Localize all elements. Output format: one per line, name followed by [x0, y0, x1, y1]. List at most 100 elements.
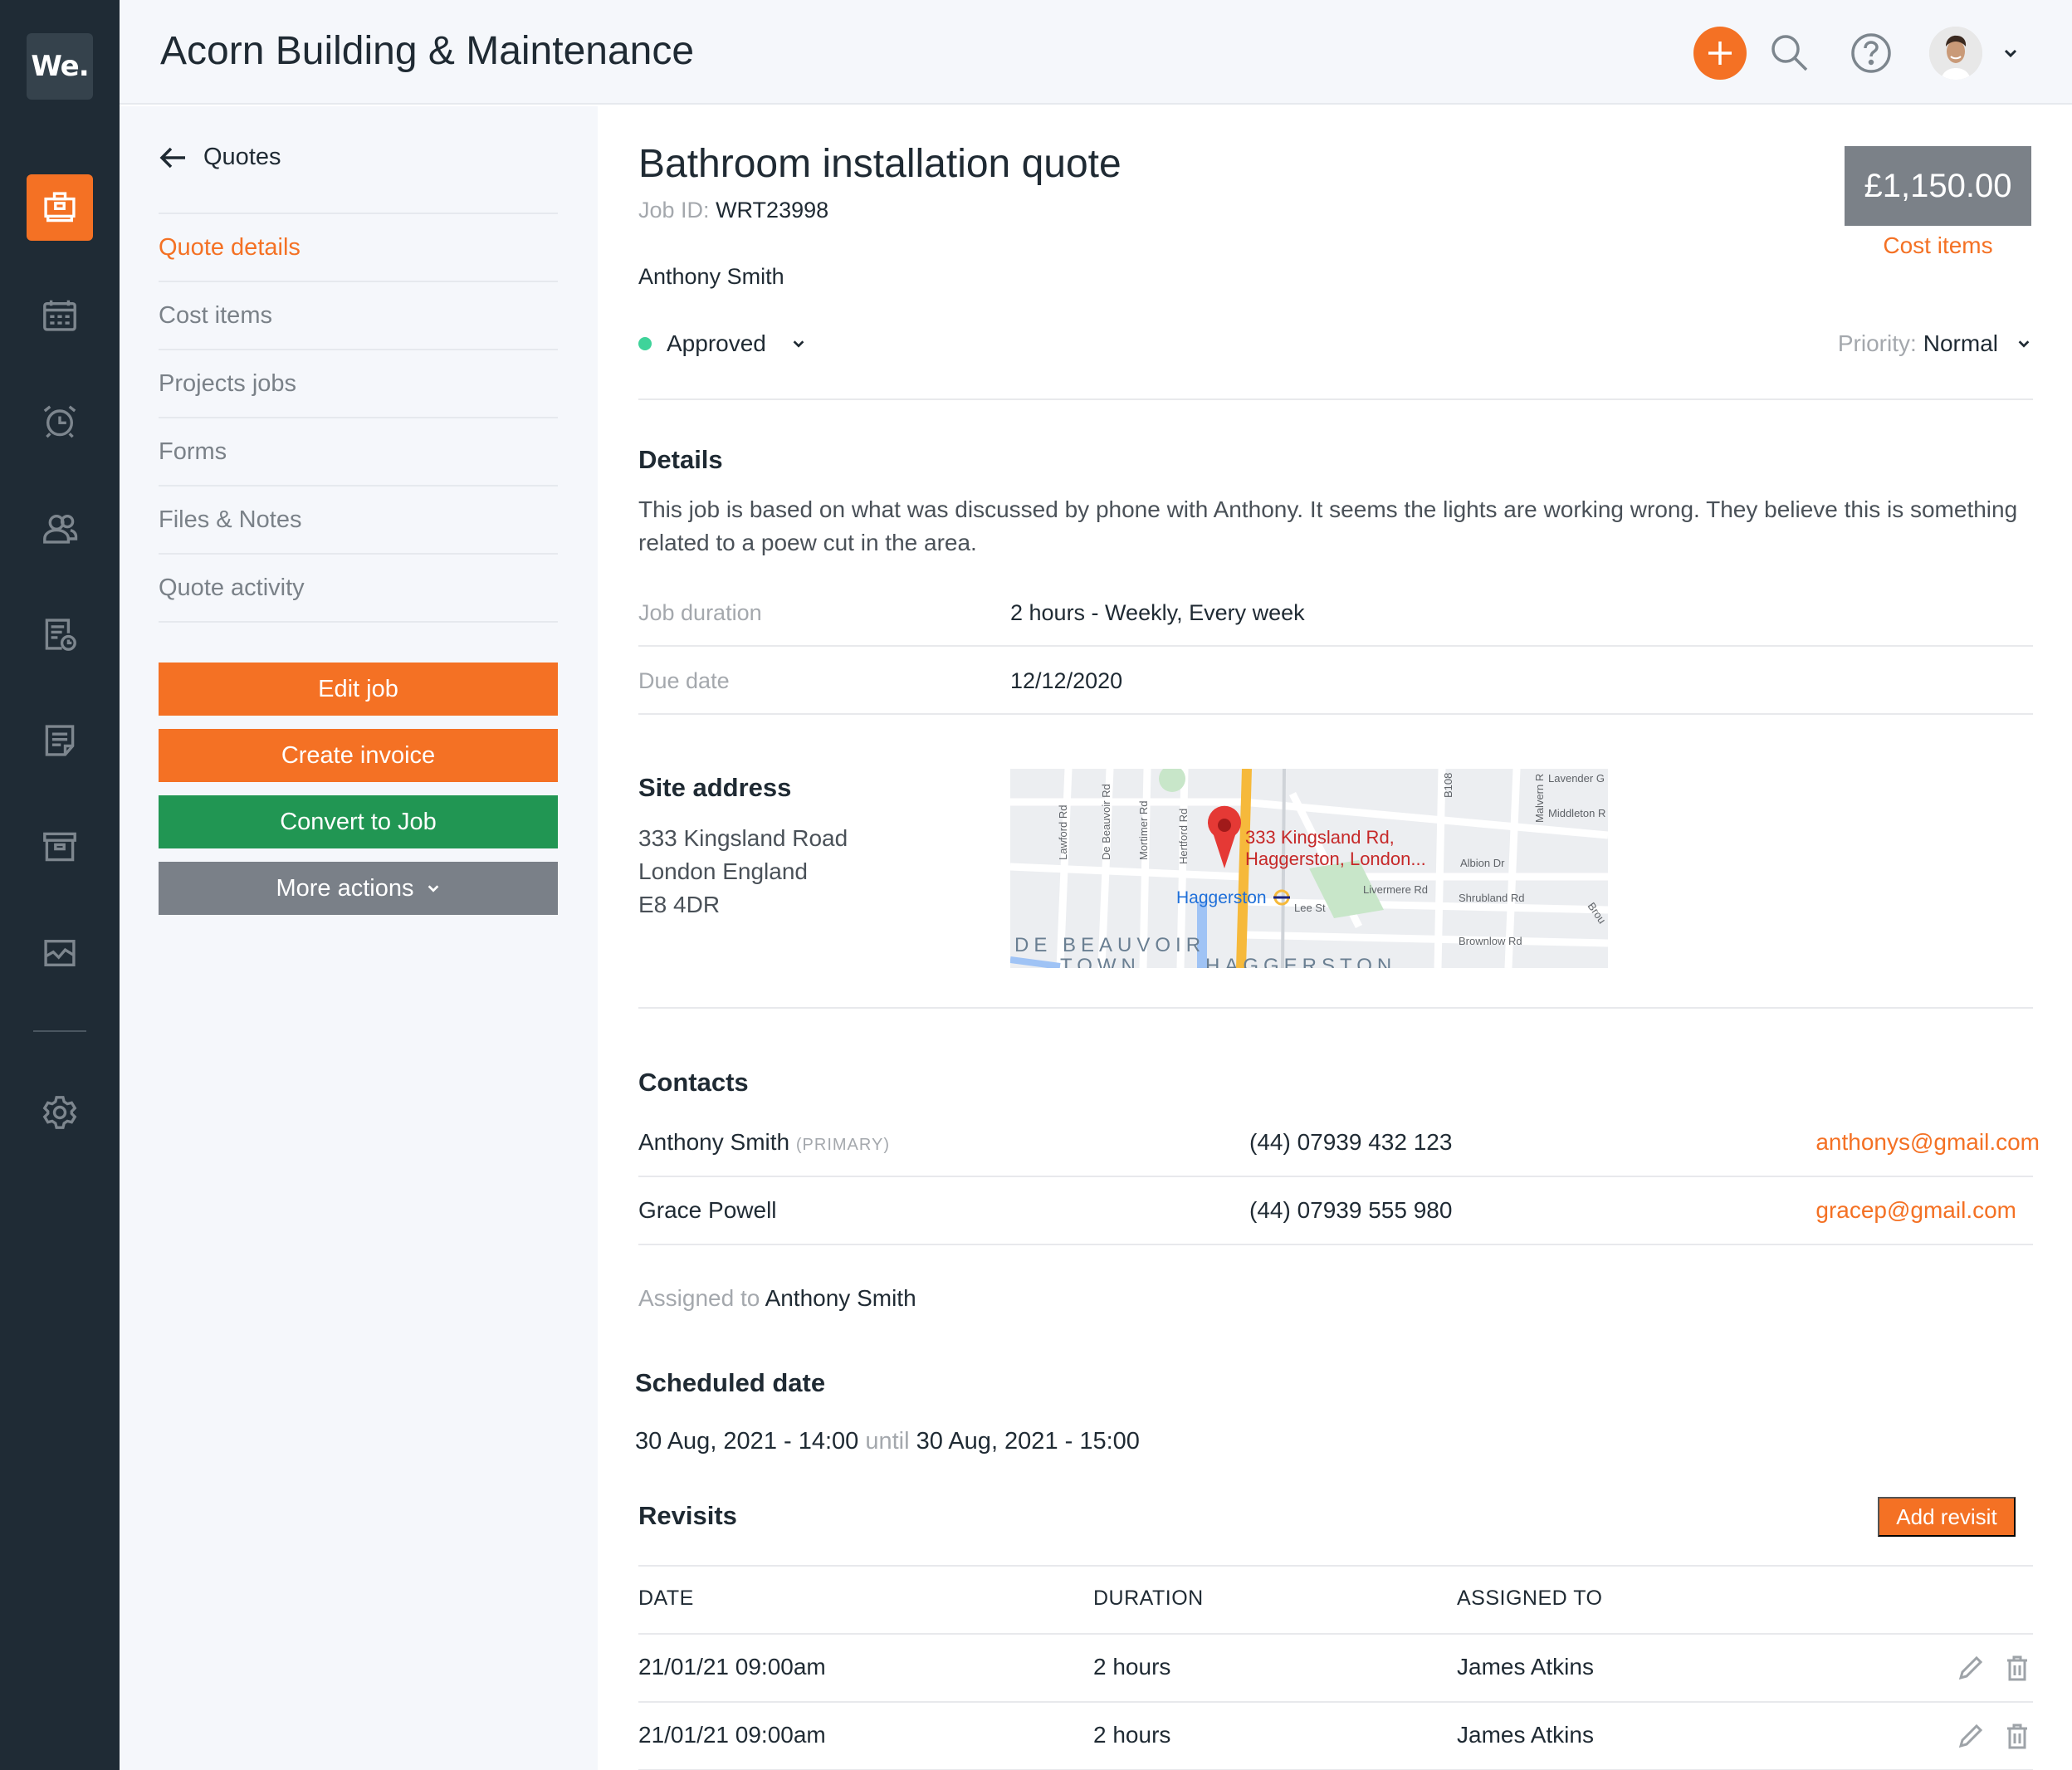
- plus-icon: [1708, 42, 1732, 65]
- job-description: This job is based on what was discussed …: [638, 496, 2018, 555]
- app-sidebar: We.: [0, 0, 120, 1770]
- map-street-label: Shrubland Rd: [1459, 892, 1525, 904]
- subnav-quote-activity[interactable]: Quote activity: [159, 555, 558, 623]
- quote-total-price: £1,150.00: [1845, 146, 2031, 226]
- create-invoice-label: Create invoice: [281, 741, 436, 769]
- nav-settings[interactable]: [27, 1079, 93, 1146]
- add-button[interactable]: [1693, 27, 1747, 80]
- revisit-assigned: James Atkins: [1457, 1654, 1594, 1680]
- site-address-heading: Site address: [638, 773, 792, 802]
- quote-side-panel: Quotes Quote details Cost items Projects…: [120, 106, 598, 1770]
- calendar-icon: [43, 300, 76, 331]
- nav-calendar[interactable]: [27, 282, 93, 349]
- nav-timesheets[interactable]: [27, 601, 93, 667]
- convert-to-job-label: Convert to Job: [280, 808, 437, 835]
- convert-to-job-button[interactable]: Convert to Job: [159, 795, 558, 848]
- briefcase-icon: [44, 192, 76, 222]
- nav-customers[interactable]: [27, 495, 93, 561]
- map-street-label: Hertford Rd: [1177, 809, 1190, 864]
- job-id-label: Job ID:: [638, 198, 710, 222]
- contacts-heading: Contacts: [638, 1068, 749, 1097]
- edit-job-button[interactable]: Edit job: [159, 663, 558, 716]
- user-avatar[interactable]: [1929, 27, 1982, 80]
- more-actions-button[interactable]: More actions: [159, 862, 558, 915]
- column-header-duration: DURATION: [1093, 1587, 1204, 1610]
- revisits-heading: Revisits: [638, 1501, 737, 1530]
- contact-name-text: Anthony Smith: [638, 1129, 790, 1155]
- details-heading: Details: [638, 445, 723, 474]
- map-district-label: DE BEAUVOIR: [1014, 934, 1205, 956]
- back-to-quotes-link[interactable]: Quotes: [159, 144, 281, 171]
- revisit-assigned: James Atkins: [1457, 1722, 1594, 1748]
- address-line: London England: [638, 858, 808, 884]
- status-dropdown[interactable]: Approved: [638, 330, 806, 357]
- divider: [638, 1701, 2033, 1703]
- contact-phone[interactable]: (44) 07939 555 980: [1249, 1197, 1452, 1224]
- schedule-end: 30 Aug, 2021 - 15:00: [916, 1428, 1140, 1455]
- search-icon: [1771, 35, 1808, 71]
- account-menu-chevron[interactable]: [2002, 45, 2019, 61]
- due-date-value: 12/12/2020: [1010, 668, 1123, 693]
- trash-icon[interactable]: [2002, 1653, 2032, 1683]
- divider: [638, 1007, 2033, 1009]
- create-invoice-button[interactable]: Create invoice: [159, 729, 558, 782]
- nav-notes[interactable]: [27, 707, 93, 774]
- add-revisit-label: Add revisit: [1896, 1504, 1997, 1529]
- divider: [638, 713, 2033, 715]
- edit-pencil-icon[interactable]: [1956, 1721, 1986, 1751]
- map-street-label: Lee St: [1294, 902, 1326, 914]
- nav-reports[interactable]: [27, 920, 93, 986]
- app-logo[interactable]: We.: [27, 33, 93, 100]
- status-indicator-dot: [638, 337, 652, 350]
- sidebar-divider: [33, 1030, 86, 1032]
- subnav-quote-details[interactable]: Quote details: [159, 214, 558, 282]
- note-icon: [45, 725, 75, 756]
- alarm-clock-icon: [43, 405, 76, 438]
- customer-name: Anthony Smith: [638, 264, 784, 289]
- address-line: E8 4DR: [638, 892, 721, 917]
- contact-email[interactable]: gracep@gmail.com: [1815, 1197, 2016, 1224]
- subnav-forms[interactable]: Forms: [159, 418, 558, 487]
- map-street-label: Lavender G: [1548, 772, 1605, 785]
- edit-job-label: Edit job: [318, 675, 398, 702]
- chevron-down-icon: [2018, 340, 2030, 348]
- due-date-label: Due date: [638, 668, 730, 693]
- trash-icon[interactable]: [2002, 1721, 2032, 1751]
- subnav-files-notes[interactable]: Files & Notes: [159, 487, 558, 555]
- gear-icon: [42, 1096, 77, 1129]
- divider: [638, 1176, 2033, 1177]
- cost-items-link[interactable]: Cost items: [1845, 232, 2031, 259]
- subnav-cost-items[interactable]: Cost items: [159, 282, 558, 350]
- subnav-projects-jobs[interactable]: Projects jobs: [159, 350, 558, 418]
- scheduled-date-range: 30 Aug, 2021 - 14:00 until 30 Aug, 2021 …: [635, 1428, 1140, 1455]
- contact-name: Anthony Smith (PRIMARY): [638, 1129, 890, 1156]
- search-button[interactable]: [1768, 32, 1811, 75]
- assigned-to: Assigned to Anthony Smith: [638, 1285, 916, 1312]
- map-street-label: De Beauvoir Rd: [1100, 784, 1112, 860]
- back-label: Quotes: [203, 144, 281, 170]
- job-id-value: WRT23998: [716, 198, 829, 222]
- map-district-label: TOWN: [1060, 955, 1141, 968]
- revisit-date: 21/01/21 09:00am: [638, 1722, 826, 1748]
- map-graphic: 333 Kingsland Rd, Haggerston, London... …: [1010, 769, 1608, 968]
- divider: [638, 1633, 2033, 1635]
- map-street-label: Livermere Rd: [1363, 883, 1428, 896]
- priority-dropdown[interactable]: Priority: Normal: [1838, 330, 2031, 357]
- schedule-until: until: [865, 1428, 910, 1455]
- site-map[interactable]: 333 Kingsland Rd, Haggerston, London... …: [1010, 769, 1608, 968]
- contact-email[interactable]: anthonys@gmail.com: [1815, 1129, 2040, 1156]
- nav-jobs[interactable]: [27, 174, 93, 241]
- help-circle-icon: [1851, 33, 1891, 73]
- users-icon: [43, 515, 78, 544]
- revisit-date: 21/01/21 09:00am: [638, 1654, 826, 1680]
- help-button[interactable]: [1850, 32, 1893, 75]
- status-label: Approved: [667, 330, 766, 356]
- add-revisit-button[interactable]: Add revisit: [1878, 1497, 2016, 1537]
- nav-reminders[interactable]: [27, 389, 93, 455]
- contact-phone[interactable]: (44) 07939 432 123: [1249, 1129, 1452, 1156]
- nav-archive[interactable]: [27, 814, 93, 880]
- arrow-left-icon: [159, 147, 185, 168]
- map-street-label: Lawford Rd: [1057, 805, 1069, 860]
- edit-pencil-icon[interactable]: [1956, 1653, 1986, 1683]
- map-street-label: B108: [1442, 773, 1454, 798]
